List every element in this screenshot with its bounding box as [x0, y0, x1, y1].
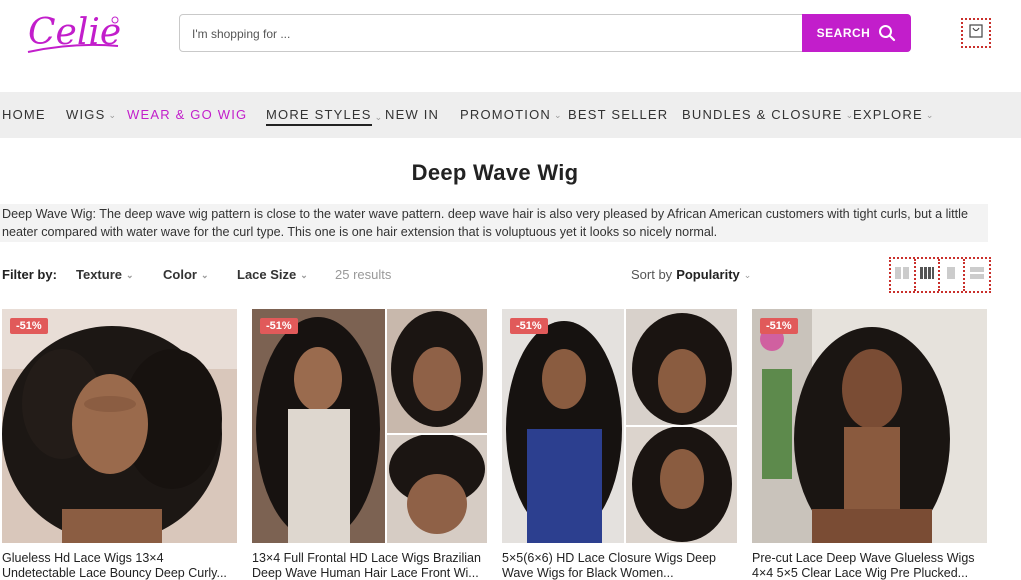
search-icon [878, 24, 896, 42]
category-description: Deep Wave Wig: The deep wave wig pattern… [0, 204, 988, 242]
search-button-label: SEARCH [816, 26, 871, 40]
discount-badge: -51% [260, 318, 298, 334]
nav-label: NEW IN [385, 107, 440, 122]
nav-item-explore[interactable]: EXPLORE ⌄ [853, 107, 935, 122]
page-title: Deep Wave Wig [411, 160, 579, 185]
sort-dropdown[interactable]: Sort by Popularity ⌄ [631, 267, 751, 282]
product-image[interactable]: -51% [252, 309, 487, 543]
nav-label: PROMOTION [460, 107, 551, 122]
product-image[interactable]: -51% [2, 309, 237, 543]
filter-lace-size[interactable]: Lace Size ⌄ [237, 267, 308, 282]
shopping-bag-icon [968, 23, 984, 44]
filter-option-label: Color [163, 267, 197, 282]
chevron-down-icon: ⌄ [200, 269, 209, 280]
nav-label: MORE STYLES [266, 107, 372, 126]
chevron-down-icon: ⌄ [925, 109, 935, 120]
nav-label: WEAR & GO WIG [127, 107, 248, 122]
results-count: 25 results [335, 267, 392, 282]
product-title[interactable]: 5×5(6×6) HD Lace Closure Wigs Deep Wave … [502, 551, 737, 580]
chevron-down-icon: ⌄ [126, 269, 134, 280]
nav-item-more-styles[interactable]: MORE STYLES ⌄ [266, 107, 383, 126]
grid-1-icon [943, 265, 959, 286]
grid-4-icon [919, 265, 935, 286]
product-card[interactable]: -51% Glueless Hd Lace Wigs 13×4 Undetect… [2, 309, 237, 580]
nav-label: BUNDLES & CLOSURE [682, 107, 843, 122]
cart-button[interactable] [961, 18, 991, 48]
sort-value: Popularity [676, 267, 740, 282]
grid-view-2-button[interactable] [891, 259, 916, 291]
search-input[interactable] [192, 24, 792, 44]
chevron-down-icon: ⌄ [743, 269, 752, 280]
search-button[interactable]: SEARCH [802, 14, 911, 52]
list-icon [969, 265, 985, 286]
grid-view-1-button[interactable] [940, 259, 965, 291]
nav-item-wigs[interactable]: WIGS ⌄ [66, 107, 117, 122]
discount-badge: -51% [10, 318, 48, 334]
nav-item-bundles-closure[interactable]: BUNDLES & CLOSURE ⌄ [682, 107, 854, 122]
list-view-button[interactable] [965, 259, 989, 291]
main-nav: HOME WIGS ⌄ WEAR & GO WIG MORE STYLES ⌄ … [0, 92, 1021, 138]
product-title[interactable]: Pre-cut Lace Deep Wave Glueless Wigs 4×4… [752, 551, 987, 580]
filter-option-label: Lace Size [237, 267, 297, 282]
search-bar: SEARCH [179, 14, 911, 52]
chevron-down-icon: ⌄ [553, 109, 563, 120]
chevron-down-icon: ⌄ [108, 109, 118, 120]
product-card[interactable]: -51% 13×4 Full Frontal HD Lace Wigs Braz… [252, 309, 487, 580]
nav-label: WIGS [66, 107, 106, 122]
product-card[interactable]: -51% 5×5(6×6) HD Lace Closure Wigs Deep … [502, 309, 737, 580]
discount-badge: -51% [760, 318, 798, 334]
filter-texture[interactable]: Texture ⌄ [76, 267, 134, 282]
filter-option-label: Texture [76, 267, 122, 282]
nav-item-promotion[interactable]: PROMOTION ⌄ [460, 107, 563, 122]
nav-item-home[interactable]: HOME [2, 107, 46, 122]
nav-item-new-in[interactable]: NEW IN [385, 107, 439, 122]
svg-text:Celie: Celie [28, 12, 121, 53]
discount-badge: -51% [510, 318, 548, 334]
chevron-down-icon: ⌄ [300, 269, 308, 280]
product-image[interactable]: -51% [502, 309, 737, 543]
nav-item-best-seller[interactable]: BEST SELLER [568, 107, 668, 122]
product-image[interactable]: -51% [752, 309, 987, 543]
site-header: Celie SEARCH [0, 0, 1021, 92]
grid-view-switcher [889, 257, 991, 293]
filter-color[interactable]: Color ⌄ [163, 267, 209, 282]
brand-logo[interactable]: Celie [24, 6, 124, 60]
grid-2-icon [894, 265, 910, 286]
sort-prefix: Sort by [631, 267, 673, 282]
product-card[interactable]: -51% Pre-cut Lace Deep Wave Glueless Wig… [752, 309, 987, 580]
product-title[interactable]: Glueless Hd Lace Wigs 13×4 Undetectable … [2, 551, 237, 580]
product-title[interactable]: 13×4 Full Frontal HD Lace Wigs Brazilian… [252, 551, 487, 580]
filter-bar: Filter by: Texture ⌄ Color ⌄ Lace Size ⌄… [0, 262, 1021, 292]
nav-item-wear-go-wig[interactable]: WEAR & GO WIG [127, 107, 247, 122]
chevron-down-icon: ⌄ [374, 111, 384, 122]
filter-label: Filter by: [2, 267, 57, 282]
nav-label: EXPLORE [853, 107, 923, 122]
nav-label: BEST SELLER [568, 107, 669, 122]
nav-label: HOME [2, 107, 46, 122]
grid-view-4-button[interactable] [916, 259, 941, 291]
